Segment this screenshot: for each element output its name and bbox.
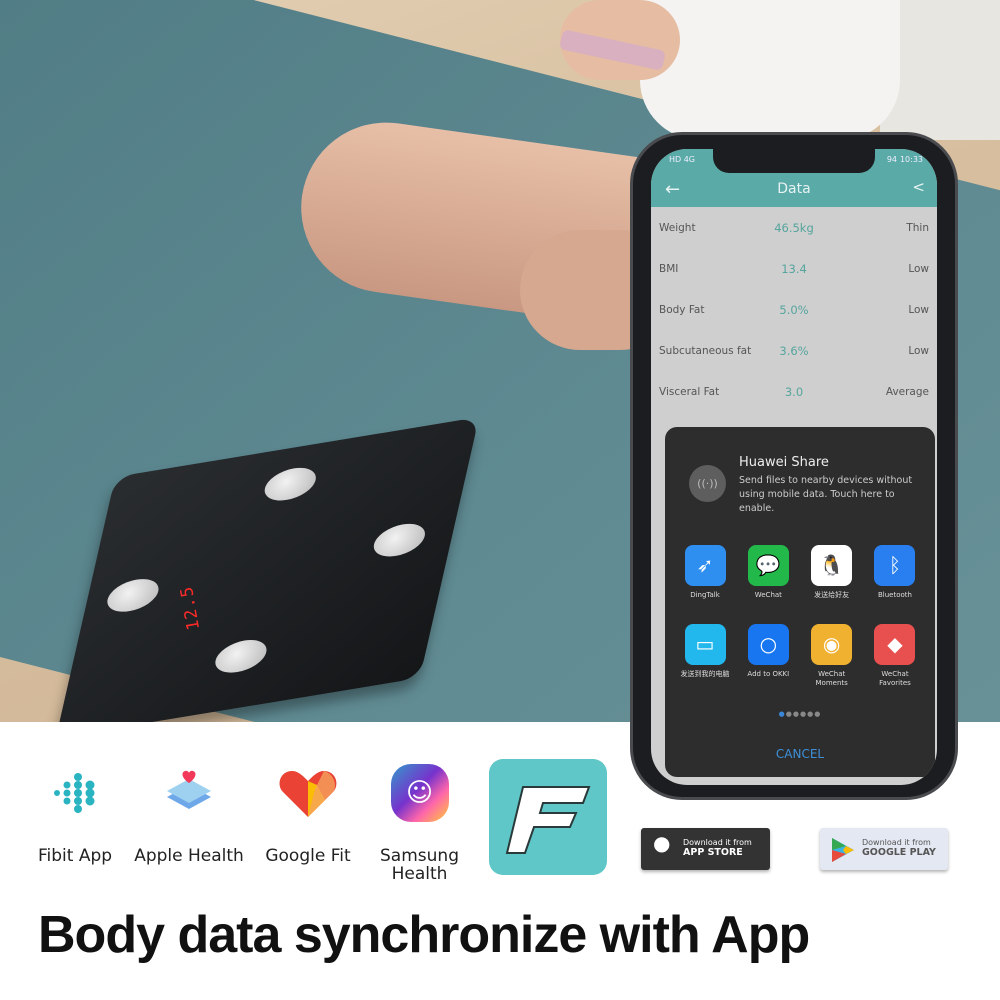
brand-label: Fibit App: [37, 846, 113, 866]
store-line2: APP STORE: [683, 847, 743, 858]
dingtalk-icon: ➶: [684, 545, 726, 586]
scale-electrode: [261, 464, 320, 505]
brand-apple-health: Apple Health: [130, 760, 248, 865]
phone-screen: HD 4G 94 10:33 ← Data < Weight 46.5kg Thin…: [651, 149, 937, 785]
share-app-wechat[interactable]: 💬 WeChat: [738, 545, 798, 600]
share-apps-row: ▭ 发送到我的电脑 ○ Add to OKKI ◉ WeChat Moments ◆ WeCh…: [675, 624, 925, 688]
app-label: Add to OKKI: [747, 670, 790, 678]
app-label: 发送到我的电脑: [680, 670, 730, 678]
metric-value: 3.6%: [779, 344, 809, 358]
share-icon[interactable]: <: [912, 178, 925, 196]
google-play-icon: [832, 838, 854, 862]
fitdays-app-icon: [489, 759, 607, 875]
person-shirt: [640, 0, 900, 140]
share-app-dingtalk[interactable]: ➶ DingTalk: [675, 545, 735, 600]
data-row[interactable]: BMI 13.4 Low: [651, 248, 937, 289]
phone-mockup: HD 4G 94 10:33 ← Data < Weight 46.5kg Thin…: [630, 132, 958, 800]
computer-icon: ▭: [684, 624, 726, 665]
metric-status: Low: [908, 304, 929, 316]
huawei-share-icon[interactable]: ((·)): [689, 465, 726, 502]
headline: Body data synchronize with App: [38, 906, 810, 964]
okki-icon: ○: [747, 624, 789, 665]
aperture-icon: ◉: [811, 624, 853, 665]
metric-value: 46.5kg: [774, 221, 814, 235]
metric-status: Average: [885, 386, 929, 398]
app-label: WeChat: [754, 591, 782, 599]
cancel-button[interactable]: CANCEL: [665, 747, 935, 761]
share-app-qq-penguin[interactable]: 🐧 发送给好友: [802, 545, 862, 600]
page-title: Data: [777, 181, 811, 197]
metric-status: Thin: [906, 222, 929, 234]
metric-value: 13.4: [781, 262, 807, 276]
scale-electrode: [370, 520, 429, 561]
dialog-description[interactable]: Send files to nearby devices without usi…: [739, 474, 919, 516]
scale-electrode: [104, 575, 162, 616]
metric-status: Low: [908, 263, 929, 275]
cube-icon: ◆: [874, 624, 916, 665]
dialog-title: Huawei Share: [739, 455, 829, 470]
brand-samsung-health: ☺ Samsung Health: [372, 760, 467, 883]
app-store-button[interactable]: ● Download it from APP STORE: [641, 828, 770, 870]
data-row[interactable]: Visceral Fat 3.0 Average: [651, 371, 937, 412]
metric-status: Low: [908, 345, 929, 357]
share-app-aperture[interactable]: ◉ WeChat Moments: [802, 624, 862, 688]
scale-electrode: [212, 636, 270, 677]
page-indicator[interactable]: ●●●●●●: [665, 710, 935, 718]
apple-icon: ●: [653, 831, 671, 855]
store-line2: GOOGLE PLAY: [862, 847, 936, 858]
data-row[interactable]: Body Fat 5.0% Low: [651, 289, 937, 330]
store-line1: Download it from: [683, 838, 752, 847]
share-app-okki[interactable]: ○ Add to OKKI: [738, 624, 798, 688]
app-label: Bluetooth: [877, 591, 912, 599]
data-row[interactable]: Weight 46.5kg Thin: [651, 207, 937, 248]
wechat-icon: 💬: [747, 545, 789, 586]
qq-penguin-icon: 🐧: [811, 545, 853, 586]
bluetooth-icon: ᛒ: [874, 545, 916, 586]
share-apps-row: ➶ DingTalk 💬 WeChat 🐧 发送给好友 ᛒ Bluetooth: [675, 545, 925, 600]
app-label: 发送给好友: [814, 591, 850, 599]
google-fit-icon: [258, 760, 358, 825]
apple-health-icon: [130, 760, 248, 825]
app-label: DingTalk: [690, 591, 720, 599]
brand-label: Google Fit: [265, 846, 351, 866]
status-time: 10:33: [899, 155, 923, 164]
data-row[interactable]: Subcutaneous fat 3.6% Low: [651, 330, 937, 371]
fitbit-icon: [30, 760, 120, 825]
brand-label: Samsung Health: [380, 846, 459, 884]
share-app-cube[interactable]: ◆ WeChat Favorites: [865, 624, 925, 688]
brand-fitbit: Fibit App: [30, 760, 120, 865]
phone-notch: [713, 149, 875, 173]
google-play-button[interactable]: Download it from GOOGLE PLAY: [820, 828, 948, 870]
samsung-health-icon: ☺: [372, 760, 467, 825]
app-label: WeChat Favorites: [879, 670, 911, 687]
share-dialog: ((·)) Huawei Share Send files to nearby …: [665, 427, 935, 777]
metric-value: 5.0%: [779, 303, 809, 317]
store-line1: Download it from: [862, 838, 931, 847]
app-label: WeChat Moments: [815, 670, 848, 687]
data-list: Weight 46.5kg Thin BMI 13.4 Low Body Fat 5.0% Lo…: [651, 207, 937, 412]
signal-indicator: HD 4G: [669, 155, 696, 164]
battery-indicator: 94: [886, 155, 897, 164]
share-app-bluetooth[interactable]: ᛒ Bluetooth: [865, 545, 925, 600]
brand-google-fit: Google Fit: [258, 760, 358, 865]
share-app-computer[interactable]: ▭ 发送到我的电脑: [675, 624, 735, 688]
brand-label: Apple Health: [134, 846, 244, 866]
